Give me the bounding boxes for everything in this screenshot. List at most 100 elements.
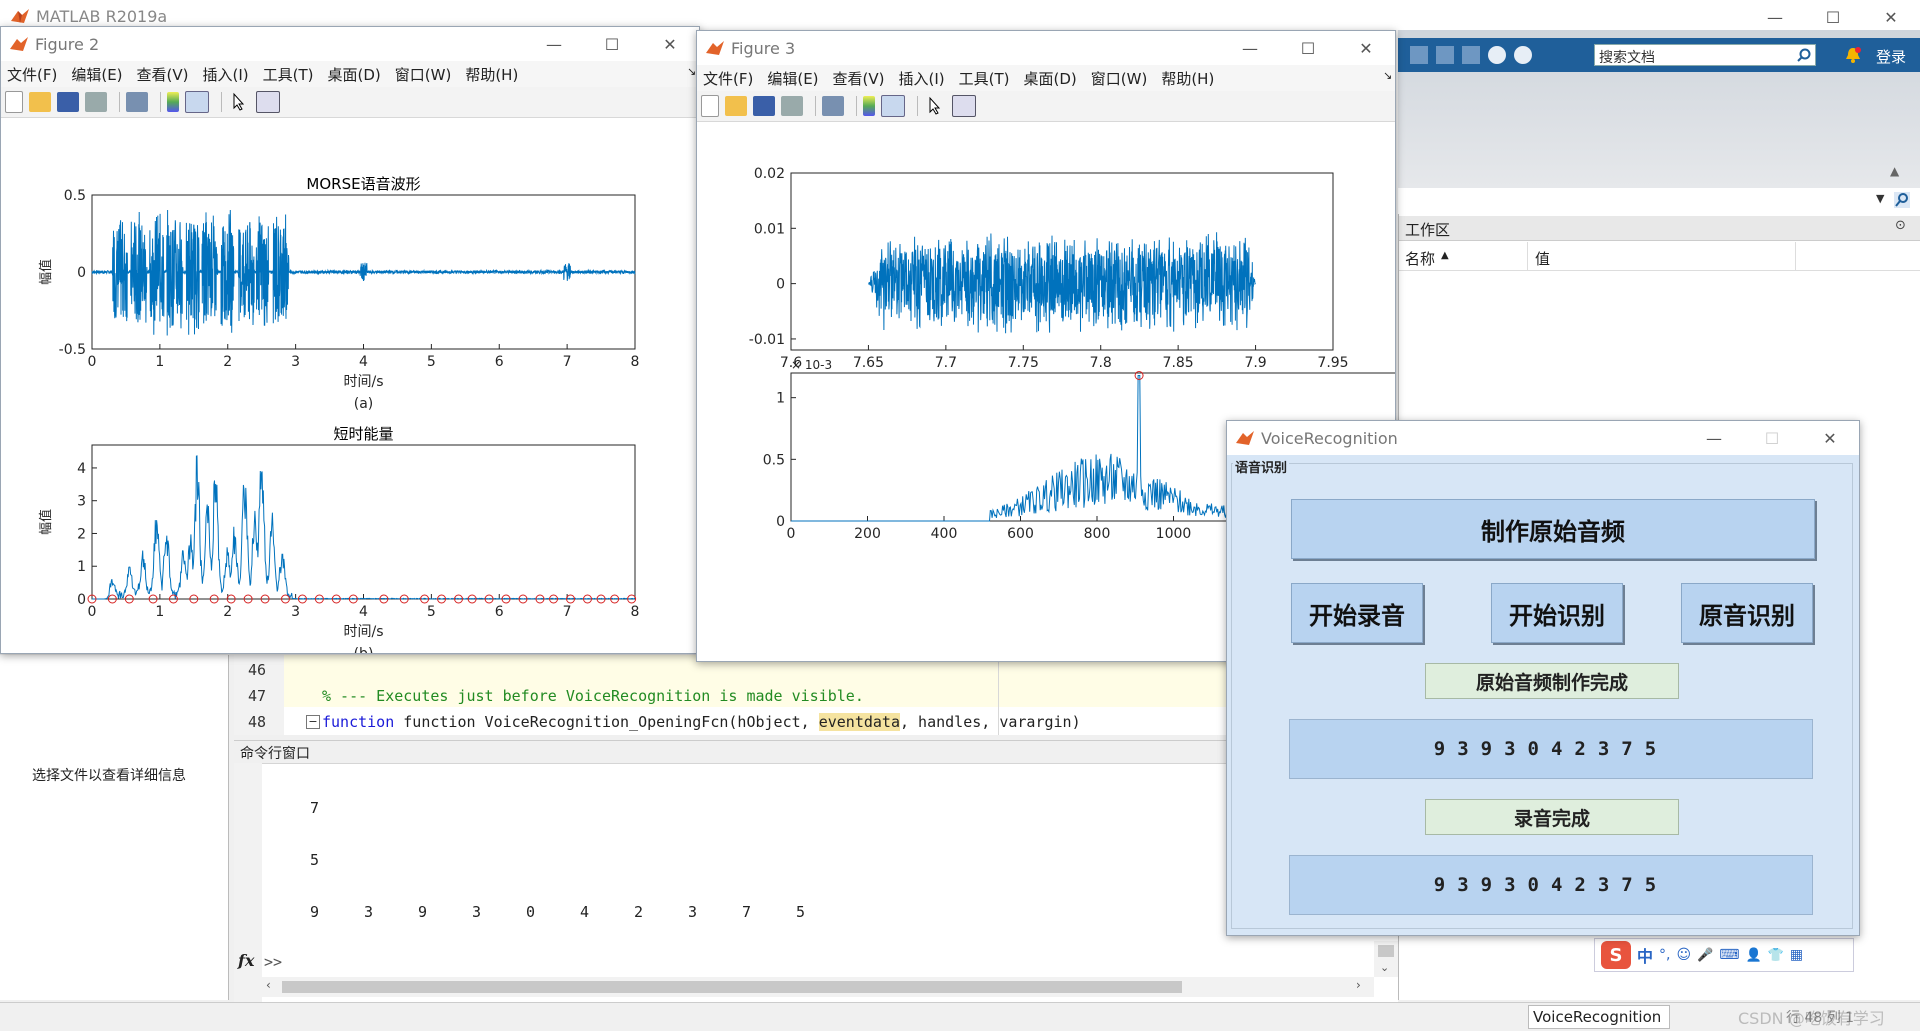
ime-keyboard-icon[interactable]: ⌨ (1719, 947, 1739, 963)
save-icon[interactable] (57, 92, 79, 112)
menu-edit[interactable]: 编辑(E) (767, 68, 818, 89)
minimize-button[interactable]: — (1746, 0, 1804, 34)
ime-punctuation-icon[interactable]: °, (1659, 947, 1670, 963)
colorbar-icon[interactable] (863, 96, 875, 116)
workspace-col-name[interactable]: 名称 (1405, 248, 1435, 269)
code-function-line[interactable]: function function VoiceRecognition_Openi… (322, 713, 1081, 731)
scroll-down-icon[interactable]: ⌄ (1380, 961, 1389, 974)
options-icon[interactable] (1514, 46, 1532, 64)
close-button[interactable]: ✕ (641, 27, 699, 61)
open-file-icon[interactable] (725, 96, 747, 116)
fx-function-browser-icon[interactable]: fx (238, 951, 254, 970)
horizontal-scrollbar[interactable]: ‹ › (234, 977, 1374, 997)
menu-edit[interactable]: 编辑(E) (71, 64, 122, 85)
vertical-scrollbar[interactable]: ⌄ (1374, 941, 1398, 977)
start-recognition-button[interactable]: 开始识别 (1491, 583, 1623, 643)
x-tick-label: 7.95 (1317, 355, 1348, 371)
command-prompt[interactable]: >> (264, 953, 282, 971)
legend-icon[interactable] (185, 91, 209, 113)
property-inspector-icon[interactable] (952, 95, 976, 117)
login-link[interactable]: 登录 (1876, 46, 1906, 67)
help-icon[interactable] (1488, 46, 1506, 64)
command-window[interactable]: 命令行窗口 7 5 9 3 9 3 0 4 2 3 7 5 fx >> ‹ › … (234, 740, 1398, 1003)
menu-help[interactable]: 帮助(H) (1161, 68, 1214, 89)
x-tick-label: 7.85 (1163, 355, 1194, 371)
legend-icon[interactable] (881, 95, 905, 117)
figure3-titlebar[interactable]: Figure 3 — ☐ ✕ (697, 31, 1395, 65)
ime-emoji-icon[interactable]: ☺ (1676, 947, 1691, 963)
chart-caption: (a) (354, 396, 374, 412)
close-button[interactable]: ✕ (1862, 0, 1920, 34)
make-original-audio-button[interactable]: 制作原始音频 (1291, 499, 1815, 559)
dock-arrow-icon[interactable]: ↘ (687, 65, 696, 78)
redo-icon[interactable] (1436, 46, 1454, 64)
undo-icon[interactable] (1410, 46, 1428, 64)
ime-user-icon[interactable]: 👤 (1745, 948, 1761, 963)
dropdown-arrow-icon[interactable]: ▼ (1876, 192, 1884, 205)
print-icon[interactable] (85, 92, 107, 112)
pointer-icon[interactable] (924, 96, 946, 116)
property-inspector-icon[interactable] (256, 91, 280, 113)
maximize-button[interactable]: ☐ (583, 27, 641, 61)
maximize-button[interactable]: ☐ (1279, 31, 1337, 65)
scroll-left-icon[interactable]: ‹ (266, 978, 271, 992)
current-folder-bar[interactable]: ▼ (1398, 188, 1920, 215)
dock-arrow-icon[interactable]: ↘ (1383, 69, 1392, 82)
search-documentation-input[interactable]: 搜索文档 (1594, 44, 1816, 66)
new-figure-icon[interactable] (701, 95, 719, 117)
link-plot-icon[interactable] (126, 92, 148, 112)
new-figure-icon[interactable] (5, 91, 23, 113)
menu-tools[interactable]: 工具(T) (959, 68, 1010, 89)
voice-titlebar[interactable]: VoiceRecognition — ☐ ✕ (1227, 421, 1859, 455)
ime-chinese-mode[interactable]: 中 (1637, 943, 1653, 967)
save-icon[interactable] (753, 96, 775, 116)
status-app-name: VoiceRecognition (1533, 1008, 1662, 1026)
menu-file[interactable]: 文件(F) (703, 68, 753, 89)
open-file-icon[interactable] (29, 92, 51, 112)
notification-bell-icon[interactable] (1844, 46, 1862, 64)
menu-help[interactable]: 帮助(H) (465, 64, 518, 85)
menu-view[interactable]: 查看(V) (833, 68, 885, 89)
x-tick-label: 6 (495, 604, 504, 620)
menu-window[interactable]: 窗口(W) (1091, 68, 1148, 89)
maximize-button[interactable]: ☐ (1804, 0, 1862, 34)
pointer-icon[interactable] (228, 92, 250, 112)
menu-view[interactable]: 查看(V) (137, 64, 189, 85)
collapse-ribbon-icon[interactable]: ▲ (1890, 164, 1906, 178)
minimize-button[interactable]: — (525, 27, 583, 61)
figure2-titlebar[interactable]: Figure 2 — ☐ ✕ (1, 27, 699, 61)
menu-desktop[interactable]: 桌面(D) (328, 64, 381, 85)
switch-windows-icon[interactable] (1462, 46, 1480, 64)
original-recognition-button[interactable]: 原音识别 (1681, 583, 1813, 643)
ime-voice-icon[interactable]: 🎤 (1697, 948, 1713, 963)
voice-recognition-window[interactable]: VoiceRecognition — ☐ ✕ 语音识别 制作原始音频 开始录音 … (1226, 420, 1860, 936)
search-icon[interactable] (1797, 48, 1811, 62)
scrollbar-thumb[interactable] (282, 981, 1182, 993)
code-fold-icon[interactable]: − (306, 715, 320, 729)
sogou-logo-icon[interactable]: S (1601, 941, 1631, 969)
minimize-button[interactable]: — (1685, 421, 1743, 455)
figure2-window[interactable]: Figure 2 — ☐ ✕ 文件(F) 编辑(E) 查看(V) 插入(I) 工… (0, 26, 700, 654)
search-folder-icon[interactable] (1894, 192, 1910, 208)
start-recording-button[interactable]: 开始录音 (1291, 583, 1423, 643)
minimize-button[interactable]: — (1221, 31, 1279, 65)
print-icon[interactable] (781, 96, 803, 116)
colorbar-icon[interactable] (167, 92, 179, 112)
menu-desktop[interactable]: 桌面(D) (1024, 68, 1077, 89)
code-comment-line[interactable]: % --- Executes just before VoiceRecognit… (322, 687, 864, 705)
link-plot-icon[interactable] (822, 96, 844, 116)
close-button[interactable]: ✕ (1801, 421, 1859, 455)
menu-file[interactable]: 文件(F) (7, 64, 57, 85)
ime-toolbar[interactable]: S 中 °, ☺ 🎤 ⌨ 👤 👕 ▦ (1594, 938, 1854, 972)
ime-toolbox-icon[interactable]: ▦ (1790, 947, 1803, 963)
menu-insert[interactable]: 插入(I) (203, 64, 249, 85)
menu-insert[interactable]: 插入(I) (899, 68, 945, 89)
menu-tools[interactable]: 工具(T) (263, 64, 314, 85)
close-button[interactable]: ✕ (1337, 31, 1395, 65)
ime-skin-icon[interactable]: 👕 (1768, 948, 1784, 963)
workspace-options-icon[interactable]: ⊙ (1895, 218, 1906, 233)
scroll-right-icon[interactable]: › (1356, 978, 1361, 992)
workspace-col-value[interactable]: 值 (1535, 248, 1550, 269)
vertical-scrollbar-thumb[interactable] (1378, 945, 1394, 957)
menu-window[interactable]: 窗口(W) (395, 64, 452, 85)
